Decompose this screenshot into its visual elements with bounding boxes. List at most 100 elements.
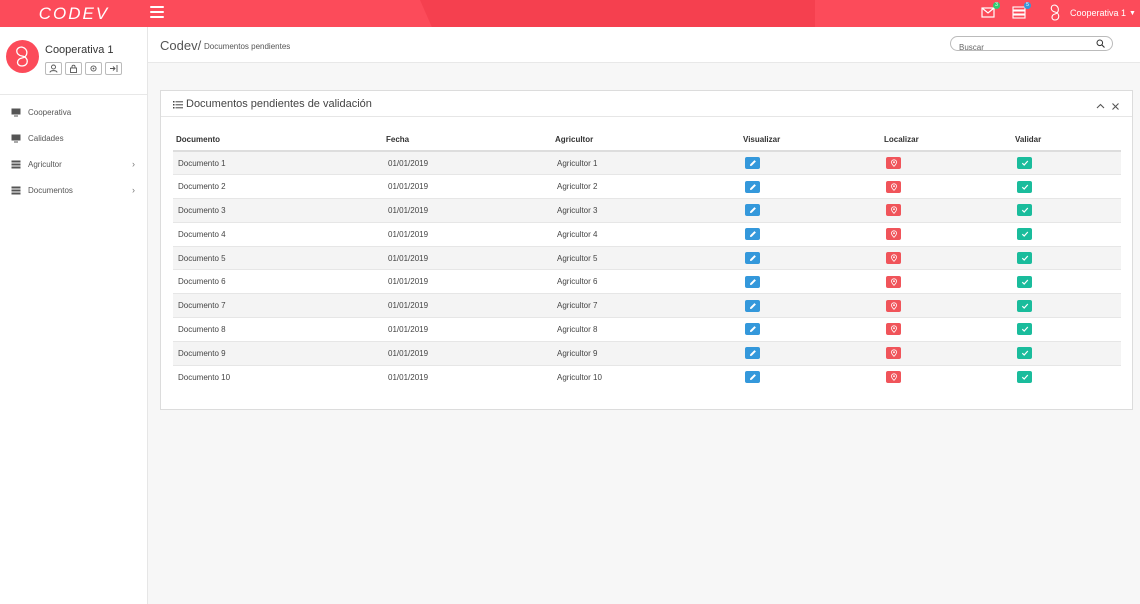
user-menu[interactable]: Cooperativa 1 ▼ (1046, 3, 1136, 23)
check-icon[interactable] (1017, 180, 1032, 193)
pencil-icon[interactable] (745, 347, 760, 360)
cell-agricultor: Agricultor 7 (552, 293, 740, 318)
check-icon[interactable] (1017, 204, 1032, 217)
table-row: Documento 3 01/01/2019 Agricultor 3 (173, 198, 1121, 223)
navbar-accent-stripe (420, 0, 815, 27)
check-icon[interactable] (1017, 299, 1032, 312)
check-icon[interactable] (1017, 323, 1032, 336)
cell-localizar (881, 174, 1012, 199)
check-icon[interactable] (1017, 275, 1032, 288)
profile-block: Cooperativa 1 (0, 27, 147, 95)
chevron-right-icon: › (132, 159, 135, 169)
cell-documento: Documento 8 (173, 317, 383, 342)
map-marker-icon[interactable] (886, 157, 901, 170)
cell-agricultor: Agricultor 8 (552, 317, 740, 342)
sidebar-item-documentos[interactable]: Documentos › (0, 177, 147, 203)
pending-documents-panel: Documentos pendientes de validación Docu… (160, 90, 1133, 410)
sidebar-item-cooperativa[interactable]: Cooperativa (0, 99, 147, 125)
table-row: Documento 1 01/01/2019 Agricultor 1 (173, 150, 1121, 175)
cell-agricultor: Agricultor 10 (552, 364, 740, 389)
panel-title: Documentos pendientes de validación (173, 98, 372, 110)
cell-visualizar (740, 317, 881, 342)
cell-agricultor: Agricultor 9 (552, 340, 740, 366)
pencil-icon[interactable] (745, 180, 760, 193)
cell-localizar (881, 221, 1012, 247)
check-icon[interactable] (1017, 371, 1032, 384)
sidebar-item-calidades[interactable]: Calidades (0, 125, 147, 151)
check-icon[interactable] (1017, 347, 1032, 360)
app-brand[interactable]: CODEV (0, 0, 148, 27)
lock-button[interactable] (65, 62, 82, 75)
map-marker-icon[interactable] (886, 323, 901, 336)
collapse-icon[interactable] (1096, 98, 1105, 109)
table-row: Documento 2 01/01/2019 Agricultor 2 (173, 174, 1121, 199)
pencil-icon[interactable] (745, 252, 760, 265)
pencil-icon[interactable] (745, 371, 760, 384)
map-marker-icon[interactable] (886, 299, 901, 312)
pencil-icon[interactable] (745, 323, 760, 336)
cell-localizar (881, 340, 1012, 366)
pencil-icon[interactable] (745, 299, 760, 312)
profile-name: Cooperativa 1 (45, 44, 114, 56)
cell-validar (1012, 317, 1121, 342)
check-icon[interactable] (1017, 228, 1032, 241)
cell-validar (1012, 340, 1121, 366)
pencil-icon[interactable] (745, 157, 760, 170)
tasks-icon[interactable]: 5 (1012, 2, 1031, 21)
sidebar: Cooperativa 1 Cooperativa Calidades Agri… (0, 27, 148, 604)
map-marker-icon[interactable] (886, 371, 901, 384)
map-marker-icon[interactable] (886, 252, 901, 265)
close-icon[interactable] (1111, 98, 1120, 110)
mail-icon[interactable]: 3 (981, 2, 1000, 21)
map-marker-icon[interactable] (886, 347, 901, 360)
lock-icon (70, 64, 77, 73)
logout-button[interactable] (105, 62, 122, 75)
cell-fecha: 01/01/2019 (383, 221, 552, 247)
cell-visualizar (740, 174, 881, 199)
pencil-icon[interactable] (745, 228, 760, 241)
cell-localizar (881, 245, 1012, 270)
map-marker-icon[interactable] (886, 228, 901, 241)
cell-documento: Documento 1 (173, 150, 383, 175)
avatar (6, 40, 39, 73)
cell-fecha: 01/01/2019 (383, 340, 552, 366)
caret-down-icon: ▼ (1129, 9, 1136, 17)
column-header: Localizar (881, 129, 1012, 152)
search-box (950, 36, 1113, 54)
table-header-row: Documento Fecha Agricultor Visualizar Lo… (173, 129, 1121, 152)
page-header: Codev/ Documentos pendientes (148, 27, 1140, 63)
map-marker-icon[interactable] (886, 180, 901, 193)
cell-visualizar (740, 269, 881, 294)
panel-title-text: Documentos pendientes de validación (186, 98, 372, 110)
documents-table: Documento Fecha Agricultor Visualizar Lo… (173, 129, 1121, 389)
cell-documento: Documento 2 (173, 174, 383, 199)
search-input[interactable] (951, 41, 1081, 54)
sidebar-nav: Cooperativa Calidades Agricultor › Docum… (0, 99, 147, 203)
cell-visualizar (740, 245, 881, 270)
cell-fecha: 01/01/2019 (383, 150, 552, 175)
menu-toggle-icon[interactable] (150, 6, 164, 20)
cell-documento: Documento 6 (173, 269, 383, 294)
search-icon[interactable] (1096, 39, 1105, 48)
breadcrumb-root[interactable]: Codev/ (160, 38, 201, 53)
user-icon (49, 64, 58, 73)
user-profile-button[interactable] (45, 62, 62, 75)
map-marker-icon[interactable] (886, 275, 901, 288)
pencil-icon[interactable] (745, 275, 760, 288)
table-row: Documento 5 01/01/2019 Agricultor 5 (173, 245, 1121, 270)
cell-visualizar (740, 198, 881, 223)
pencil-icon[interactable] (745, 204, 760, 217)
check-icon[interactable] (1017, 157, 1032, 170)
user-menu-name: Cooperativa 1 (1070, 8, 1127, 18)
sidebar-item-agricultor[interactable]: Agricultor › (0, 151, 147, 177)
cell-fecha: 01/01/2019 (383, 293, 552, 318)
cell-visualizar (740, 150, 881, 175)
cell-localizar (881, 269, 1012, 294)
settings-button[interactable] (85, 62, 102, 75)
check-icon[interactable] (1017, 252, 1032, 265)
cell-documento: Documento 7 (173, 293, 383, 318)
panel-tools (1096, 98, 1120, 110)
panel-header: Documentos pendientes de validación (161, 91, 1132, 117)
cell-agricultor: Agricultor 6 (552, 269, 740, 294)
map-marker-icon[interactable] (886, 204, 901, 217)
